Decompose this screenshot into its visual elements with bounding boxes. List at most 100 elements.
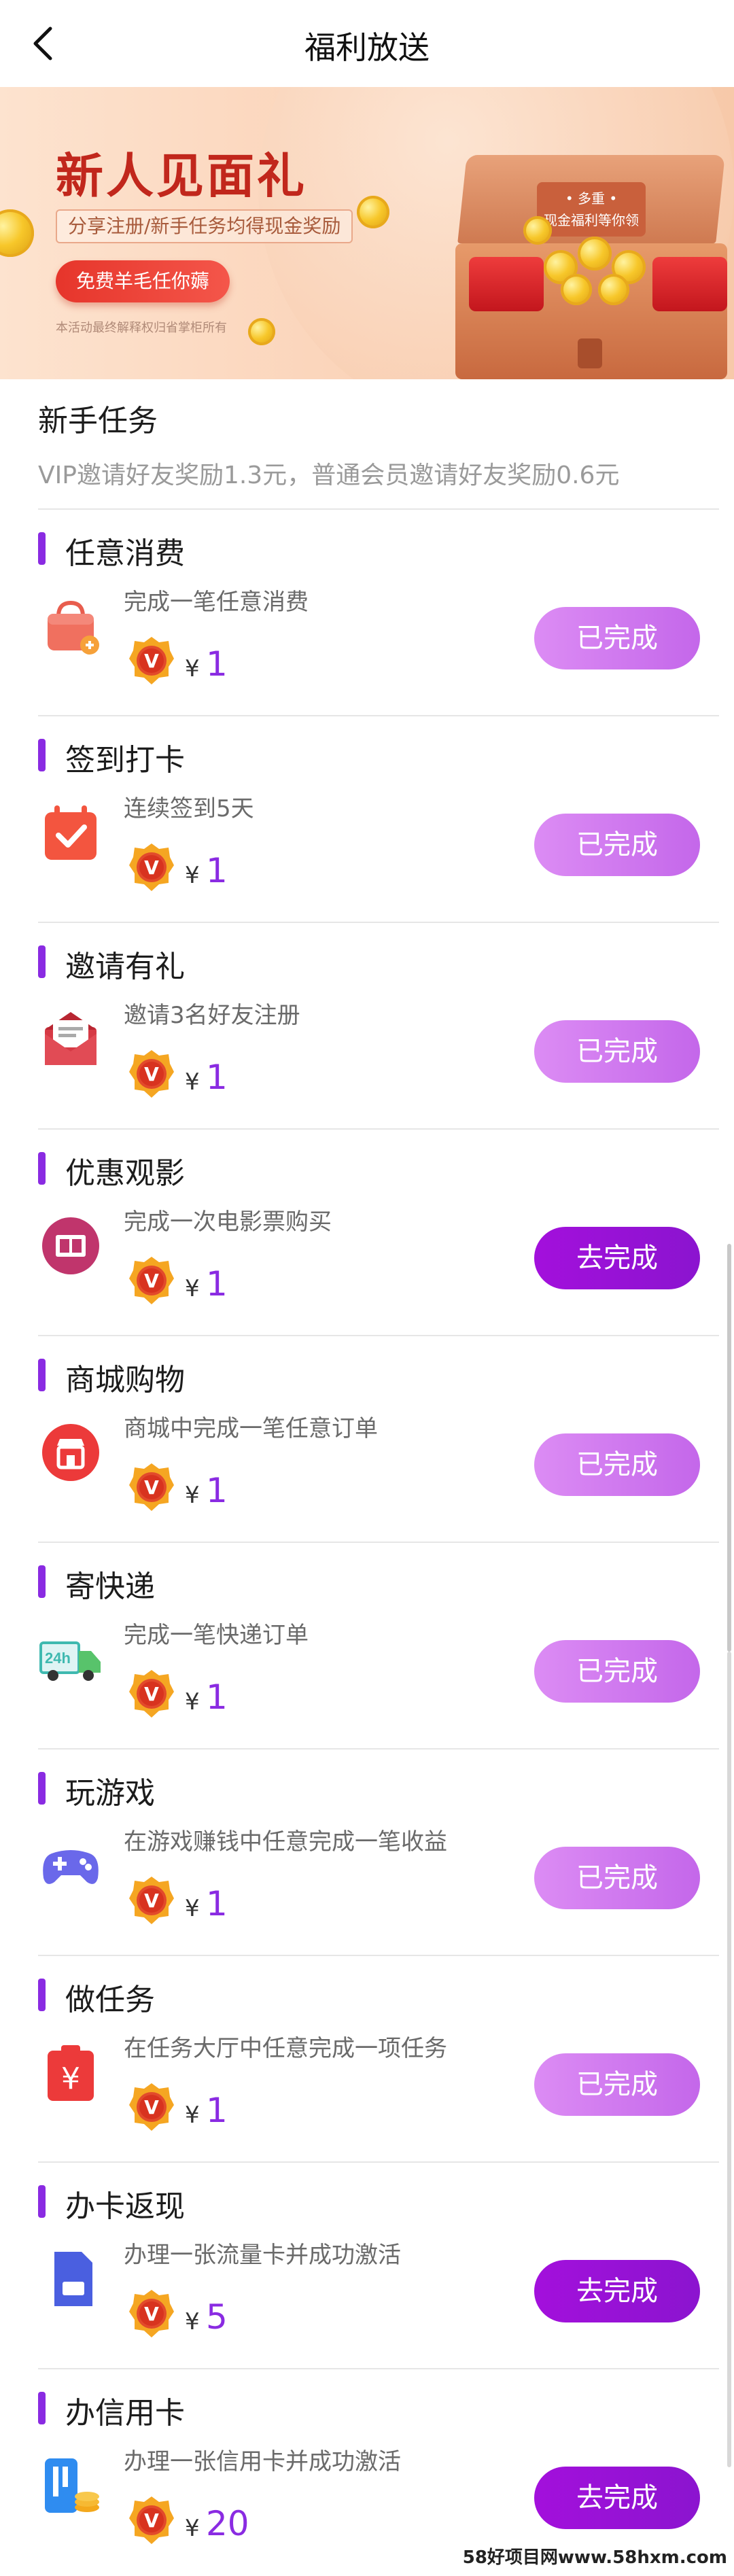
credit-card-icon [38, 2453, 103, 2518]
task-action-button[interactable]: 已完成 [534, 607, 700, 669]
vip-badge-icon: V [129, 1669, 174, 1719]
top-bar: 福利放送 [0, 0, 734, 87]
gamepad-icon [38, 1833, 103, 1898]
task-clipboard-icon: ¥ [38, 2040, 103, 2105]
currency-symbol: ¥ [185, 655, 200, 682]
vip-badge-icon: V [129, 1049, 174, 1099]
task-name: 签到打卡 [65, 743, 185, 778]
currency-symbol: ¥ [185, 2515, 200, 2542]
svg-text:V: V [144, 2509, 159, 2532]
task-row: 优惠观影 完成一次电影票购买 V ¥ 1 去完成 [0, 1130, 734, 1336]
reward-amount: 1 [206, 1471, 228, 1510]
task-row: 任意消费 完成一笔任意消费 V ¥ 1 已完成 [0, 510, 734, 716]
vip-badge-icon: V [129, 1255, 174, 1306]
film-icon [38, 1213, 103, 1278]
task-description: 邀请3名好友注册 [124, 1002, 300, 1029]
vip-badge-icon: V [129, 2495, 174, 2545]
task-accent-bar [38, 1565, 46, 1598]
chest-tag-line1: • 多重 • [565, 190, 618, 207]
task-accent-bar [38, 739, 46, 771]
task-name: 办卡返现 [65, 2189, 185, 2224]
chest-tag-line2: 现金福利等你领 [544, 212, 639, 228]
task-accent-bar [38, 1359, 46, 1391]
store-icon [38, 1420, 103, 1485]
task-accent-bar [38, 2392, 46, 2424]
task-action-button[interactable]: 去完成 [534, 2467, 700, 2529]
reward-amount: 1 [206, 644, 228, 684]
delivery-truck-icon: 24h [38, 1626, 103, 1692]
svg-text:V: V [144, 2303, 159, 2325]
task-name: 邀请有礼 [65, 950, 185, 984]
svg-text:V: V [144, 1476, 159, 1499]
task-description: 办理一张信用卡并成功激活 [124, 2448, 401, 2475]
task-row: 邀请有礼 邀请3名好友注册 V ¥ 1 已完成 [0, 923, 734, 1130]
task-action-button[interactable]: 已完成 [534, 1020, 700, 1083]
vip-badge-icon: V [129, 1875, 174, 1926]
currency-symbol: ¥ [185, 862, 200, 889]
svg-text:V: V [144, 1270, 159, 1292]
reward-amount: 1 [206, 1884, 228, 1924]
task-description: 办理一张流量卡并成功激活 [124, 2242, 401, 2269]
currency-symbol: ¥ [185, 1482, 200, 1509]
task-action-button[interactable]: 已完成 [534, 1433, 700, 1496]
task-description: 商城中完成一笔任意订单 [124, 1415, 378, 1442]
section-title: 新手任务 [38, 404, 158, 438]
task-description: 完成一笔快递订单 [124, 1622, 309, 1649]
banner-subtitle: 分享注册/新手任务均得现金奖励 [56, 209, 353, 243]
currency-symbol: ¥ [185, 1275, 200, 1302]
task-action-button[interactable]: 去完成 [534, 1227, 700, 1289]
svg-text:¥: ¥ [61, 2061, 80, 2096]
banner-cta-button[interactable]: 免费羊毛任你薅 [56, 260, 230, 302]
task-description: 完成一笔任意消费 [124, 589, 309, 616]
svg-text:24h: 24h [45, 1650, 71, 1667]
svg-text:V: V [144, 2096, 159, 2119]
vip-badge-icon: V [129, 842, 174, 892]
task-row: 签到打卡 连续签到5天 V ¥ 1 已完成 [0, 716, 734, 923]
coin-icon [0, 209, 34, 257]
task-action-button[interactable]: 已完成 [534, 2053, 700, 2116]
task-description: 在游戏赚钱中任意完成一笔收益 [124, 1828, 447, 1856]
task-accent-bar [38, 945, 46, 978]
task-action-button[interactable]: 已完成 [534, 1847, 700, 1909]
task-row: 商城购物 商城中完成一笔任意订单 V ¥ 1 已完成 [0, 1336, 734, 1543]
banner-fine-print: 本活动最终解释权归省掌柜所有 [56, 321, 227, 335]
task-row: 做任务 ¥ 在任务大厅中任意完成一项任务 V ¥ 1 已完成 [0, 1956, 734, 2163]
task-action-button[interactable]: 去完成 [534, 2260, 700, 2322]
reward-amount: 1 [206, 1677, 228, 1717]
calendar-check-icon [38, 800, 103, 865]
reward-amount: 20 [206, 2504, 249, 2543]
vip-badge-icon: V [129, 2082, 174, 2132]
svg-text:V: V [144, 856, 159, 879]
svg-text:V: V [144, 1890, 159, 1912]
task-name: 商城购物 [65, 1363, 185, 1397]
task-name: 优惠观影 [65, 1156, 185, 1191]
scrollbar[interactable] [727, 1244, 731, 1652]
task-description: 在任务大厅中任意完成一项任务 [124, 2035, 447, 2062]
vip-badge-icon: V [129, 1462, 174, 1512]
reward-amount: 1 [206, 2091, 228, 2130]
currency-symbol: ¥ [185, 1688, 200, 1716]
task-row: 玩游戏 在游戏赚钱中任意完成一笔收益 V ¥ 1 已完成 [0, 1750, 734, 1956]
currency-symbol: ¥ [185, 1895, 200, 1922]
promo-banner[interactable]: 新人见面礼 分享注册/新手任务均得现金奖励 免费羊毛任你薅 本活动最终解释权归省… [0, 87, 734, 379]
scrollbar-track [727, 1652, 731, 2467]
sim-card-icon [38, 2246, 103, 2312]
vip-badge-icon: V [129, 2288, 174, 2339]
reward-amount: 5 [206, 2297, 228, 2337]
task-name: 做任务 [65, 1983, 155, 2017]
banner-headline: 新人见面礼 [56, 148, 307, 204]
task-action-button[interactable]: 已完成 [534, 814, 700, 876]
task-name: 任意消费 [65, 536, 185, 571]
task-accent-bar [38, 532, 46, 565]
currency-symbol: ¥ [185, 1068, 200, 1096]
currency-symbol: ¥ [185, 2102, 200, 2129]
shopping-bag-icon [38, 593, 103, 659]
task-action-button[interactable]: 已完成 [534, 1640, 700, 1703]
task-name: 玩游戏 [65, 1776, 155, 1811]
coin-icon [357, 196, 389, 228]
task-accent-bar [38, 1152, 46, 1185]
svg-text:V: V [144, 1683, 159, 1705]
section-subtitle: VIP邀请好友奖励1.3元，普通会员邀请好友奖励0.6元 [38, 462, 620, 489]
watermark: 58好项目网www.58hxm.com [461, 2543, 729, 2569]
task-accent-bar [38, 1772, 46, 1805]
